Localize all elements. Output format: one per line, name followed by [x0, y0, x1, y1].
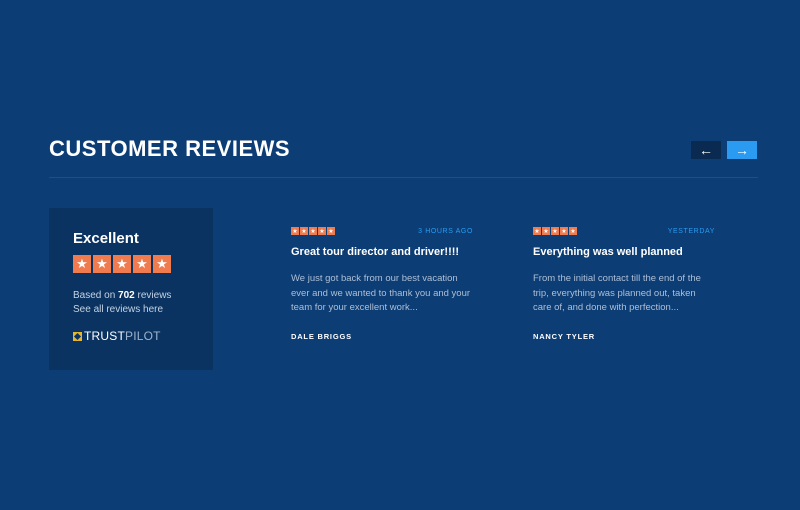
- rating-summary-card: Excellent ★ ★ ★ ★ ★ Based on 702 reviews…: [49, 208, 213, 370]
- star-icon: ★: [533, 227, 541, 235]
- review-time: 3 HOURS AGO: [418, 227, 473, 235]
- star-icon: ★: [327, 227, 335, 235]
- review-body: From the initial contact till the end of…: [533, 273, 701, 313]
- arrow-left-icon: ←: [699, 142, 713, 158]
- star-icon: ★: [73, 255, 91, 273]
- prev-button[interactable]: ←: [691, 141, 721, 159]
- carousel-nav: ← →: [691, 141, 757, 159]
- review-title: Everything was well planned: [533, 246, 683, 258]
- review-count: Based on 702 reviews: [73, 290, 172, 301]
- divider: [49, 177, 758, 178]
- see-all-reviews-link[interactable]: See all reviews here: [73, 304, 163, 315]
- star-icon: ★: [300, 227, 308, 235]
- star-icon: ★: [318, 227, 326, 235]
- trustpilot-logo: TRUSTPILOT: [73, 329, 161, 343]
- next-button[interactable]: →: [727, 141, 757, 159]
- star-icon: ★: [93, 255, 111, 273]
- review-stars: ★ ★ ★ ★ ★: [291, 227, 335, 235]
- star-icon: ★: [569, 227, 577, 235]
- rating-label: Excellent: [73, 230, 139, 247]
- review-count-number: 702: [118, 290, 135, 301]
- review-card: ★ ★ ★ ★ ★ 3 HOURS AGO Great tour directo…: [291, 226, 473, 341]
- review-body: We just got back from our best vacation …: [291, 273, 471, 313]
- review-author: DALE BRIGGS: [291, 332, 352, 341]
- review-time: YESTERDAY: [667, 227, 715, 235]
- review-card: ★ ★ ★ ★ ★ YESTERDAY Everything was well …: [533, 226, 715, 341]
- review-title: Great tour director and driver!!!!: [291, 246, 460, 258]
- star-icon: ★: [551, 227, 559, 235]
- star-icon: ★: [113, 255, 131, 273]
- star-icon: ★: [309, 227, 317, 235]
- review-author: NANCY TYLER: [533, 332, 595, 341]
- arrow-right-icon: →: [735, 142, 749, 158]
- star-icon: ★: [153, 255, 171, 273]
- star-icon: ★: [133, 255, 151, 273]
- star-icon: ★: [560, 227, 568, 235]
- trustpilot-icon: [73, 331, 82, 341]
- summary-stars: ★ ★ ★ ★ ★: [73, 255, 171, 273]
- review-stars: ★ ★ ★ ★ ★: [533, 227, 577, 235]
- star-icon: ★: [291, 227, 299, 235]
- section-title: CUSTOMER REVIEWS: [49, 136, 291, 161]
- star-icon: ★: [542, 227, 550, 235]
